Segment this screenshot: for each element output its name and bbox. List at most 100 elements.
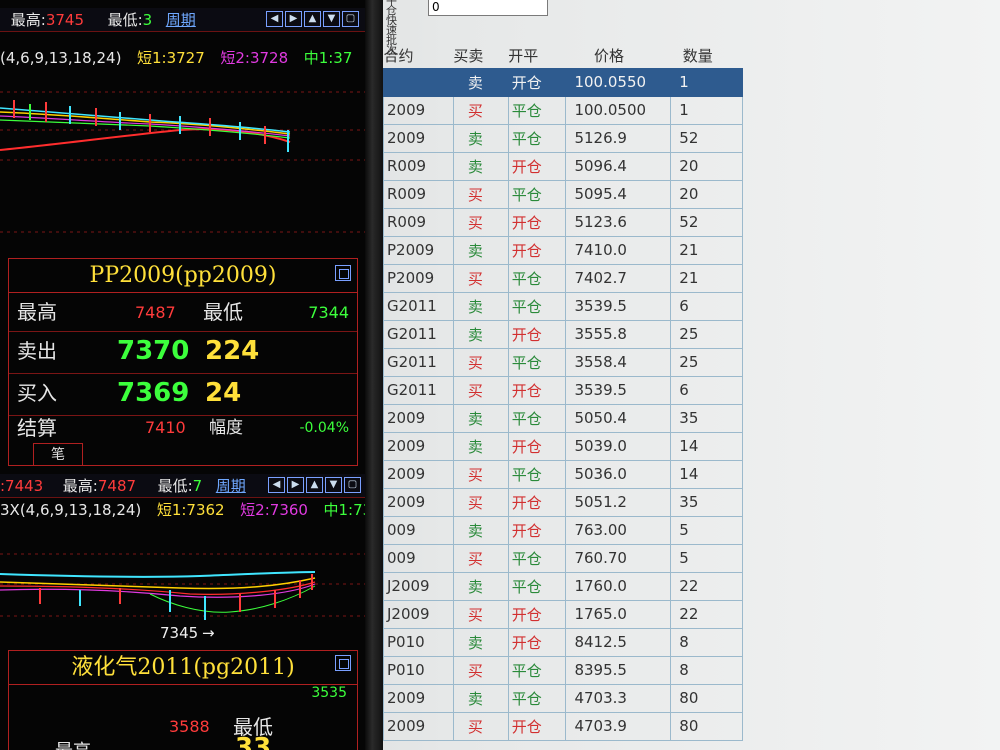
table-row[interactable]: R009 买平仓 5095.4 20 — [383, 179, 743, 209]
price-cell: 763.00 — [565, 515, 672, 545]
table-row[interactable]: 2009 卖开仓 5039.0 14 — [383, 431, 743, 461]
low-label: 最低: — [107, 11, 143, 29]
chart-nav-buttons: ◀ ▶ ▲ ▼ ▢ — [268, 477, 361, 493]
pg-high-value: 3588 — [169, 717, 210, 736]
table-row[interactable]: G2011 买开仓 3539.5 6 — [383, 375, 743, 405]
order-table-body: 卖开仓 100.0550 1 2009 买平仓 100.0500 1 2009 卖平仓 5126.… — [383, 67, 743, 741]
pp-ma-header: 3X(4,6,9,13,18,24) 短1:7362 短2:7360 中1:73 — [0, 498, 365, 522]
open-close-cell: 开仓 — [507, 319, 567, 349]
table-row[interactable]: R009 卖开仓 5096.4 20 — [383, 151, 743, 181]
open-close-cell: 平仓 — [507, 459, 567, 489]
pg-ask-volume: 33 — [235, 733, 272, 750]
col-qty[interactable]: 数量 — [671, 44, 743, 68]
batch-qty-input[interactable] — [428, 0, 548, 16]
table-row[interactable]: P2009 买平仓 7402.7 21 — [383, 263, 743, 293]
qty-cell: 35 — [670, 403, 743, 433]
col-side[interactable]: 买卖 — [453, 44, 508, 68]
table-row[interactable]: P2009 卖开仓 7410.0 21 — [383, 235, 743, 265]
zoom-in-icon[interactable]: ▲ — [306, 477, 323, 493]
zoom-in-icon[interactable]: ▲ — [304, 11, 321, 27]
table-row[interactable]: P010 卖开仓 8412.5 8 — [383, 627, 743, 657]
open-close-cell: 平仓 — [507, 543, 567, 573]
scroll-left-icon[interactable]: ◀ — [268, 477, 285, 493]
bid-price: 7369 — [117, 378, 190, 408]
contract-cell: R009 — [383, 151, 454, 181]
table-row[interactable]: G2011 卖开仓 3555.8 25 — [383, 319, 743, 349]
table-row[interactable]: 2009 买开仓 5051.2 35 — [383, 487, 743, 517]
high-label: 最高: — [10, 11, 46, 29]
price-cell: 5051.2 — [565, 487, 672, 517]
panel-window-icon[interactable] — [335, 265, 351, 281]
qty-cell: 1 — [670, 95, 743, 125]
contract-cell: 2009 — [383, 123, 454, 153]
col-contract[interactable]: 合约 — [384, 44, 454, 68]
order-panel: 平仓 快速 批次 合约 买卖 开平 价格 数量 卖开仓100.055012009… — [383, 0, 1000, 750]
side-cell: 买 — [452, 543, 509, 573]
qty-cell: 52 — [670, 207, 743, 237]
side-cell: 买 — [452, 207, 509, 237]
table-row[interactable]: 2009 卖平仓 5050.4 35 — [383, 403, 743, 433]
table-row[interactable]: J2009 买开仓 1765.0 22 — [383, 599, 743, 629]
table-row[interactable]: 2009 买平仓 100.0500 1 — [383, 95, 743, 125]
table-row[interactable]: P010 买平仓 8395.5 8 — [383, 655, 743, 685]
contract-cell: J2009 — [383, 599, 454, 629]
table-row[interactable]: 2009 买开仓 4703.9 80 — [383, 711, 743, 741]
open-close-cell: 开仓 — [507, 151, 567, 181]
table-row[interactable]: R009 买开仓 5123.6 52 — [383, 207, 743, 237]
contract-cell: 2009 — [383, 683, 454, 713]
contract-cell: 009 — [383, 543, 454, 573]
table-row[interactable]: 2009 买平仓 5036.0 14 — [383, 459, 743, 489]
high-label: 最高: — [62, 477, 98, 495]
scroll-right-icon[interactable]: ▶ — [285, 11, 302, 27]
period-link[interactable]: 周期 — [166, 8, 196, 31]
batch-label-2: 快速 — [386, 14, 397, 37]
zoom-out-icon[interactable]: ▼ — [325, 477, 342, 493]
qty-cell: 5 — [670, 515, 743, 545]
bid-label: 买入 — [17, 381, 57, 405]
qty-cell: 21 — [670, 235, 743, 265]
price-cell: 8395.5 — [565, 655, 672, 685]
side-cell: 卖 — [452, 571, 509, 601]
table-row[interactable]: 009 卖开仓 763.00 5 — [383, 515, 743, 545]
scroll-left-icon[interactable]: ◀ — [266, 11, 283, 27]
open-close-cell: 平仓 — [507, 683, 567, 713]
ask-label: 卖出 — [17, 339, 57, 363]
ma-params: (4,6,9,13,18,24) — [0, 49, 122, 67]
zoom-out-icon[interactable]: ▼ — [323, 11, 340, 27]
table-row[interactable]: G2011 卖平仓 3539.5 6 — [383, 291, 743, 321]
contract-cell: 2009 — [383, 459, 454, 489]
table-row[interactable]: 2009 卖平仓 4703.3 80 — [383, 683, 743, 713]
settle-row: 结算 7410 幅度 -0.04% — [9, 416, 357, 440]
pp-candlestick-chart: 7345 → — [0, 524, 365, 644]
price-cell: 4703.3 — [565, 683, 672, 713]
col-open-close[interactable]: 开平 — [508, 44, 566, 68]
ma-short1: 短1:7362 — [156, 501, 225, 519]
period-link[interactable]: 周期 — [216, 474, 246, 497]
chart-nav-buttons: ◀ ▶ ▲ ▼ ▢ — [266, 11, 359, 27]
table-row[interactable]: G2011 买平仓 3558.4 25 — [383, 347, 743, 377]
side-cell: 卖 — [452, 67, 509, 97]
trades-tab[interactable]: 笔 — [33, 443, 83, 465]
price-cell: 5036.0 — [565, 459, 672, 489]
open-close-cell: 平仓 — [507, 263, 567, 293]
table-row[interactable]: J2009 卖平仓 1760.0 22 — [383, 571, 743, 601]
scroll-right-icon[interactable]: ▶ — [287, 477, 304, 493]
bid-row: 买入 7369 24 — [9, 374, 357, 416]
qty-cell: 25 — [670, 347, 743, 377]
high-low-row: 最高 7487 最低 7344 — [9, 293, 357, 332]
open-close-cell: 开仓 — [507, 711, 567, 741]
window-icon[interactable]: ▢ — [342, 11, 359, 27]
price-cell: 3555.8 — [565, 319, 672, 349]
table-row[interactable]: 009 买平仓 760.70 5 — [383, 543, 743, 573]
qty-cell: 5 — [670, 543, 743, 573]
top-chart-header: 最高:3745 最低:3 周期 ◀ ▶ ▲ ▼ ▢ — [0, 8, 365, 32]
panel-window-icon[interactable] — [335, 655, 351, 671]
col-price[interactable]: 价格 — [566, 44, 671, 68]
table-row[interactable]: 卖开仓 100.0550 1 — [383, 67, 743, 97]
price-cell: 4703.9 — [565, 711, 672, 741]
qty-cell: 21 — [670, 263, 743, 293]
window-icon[interactable]: ▢ — [344, 477, 361, 493]
qty-cell: 20 — [670, 179, 743, 209]
table-row[interactable]: 2009 卖平仓 5126.9 52 — [383, 123, 743, 153]
open-close-cell: 平仓 — [507, 347, 567, 377]
